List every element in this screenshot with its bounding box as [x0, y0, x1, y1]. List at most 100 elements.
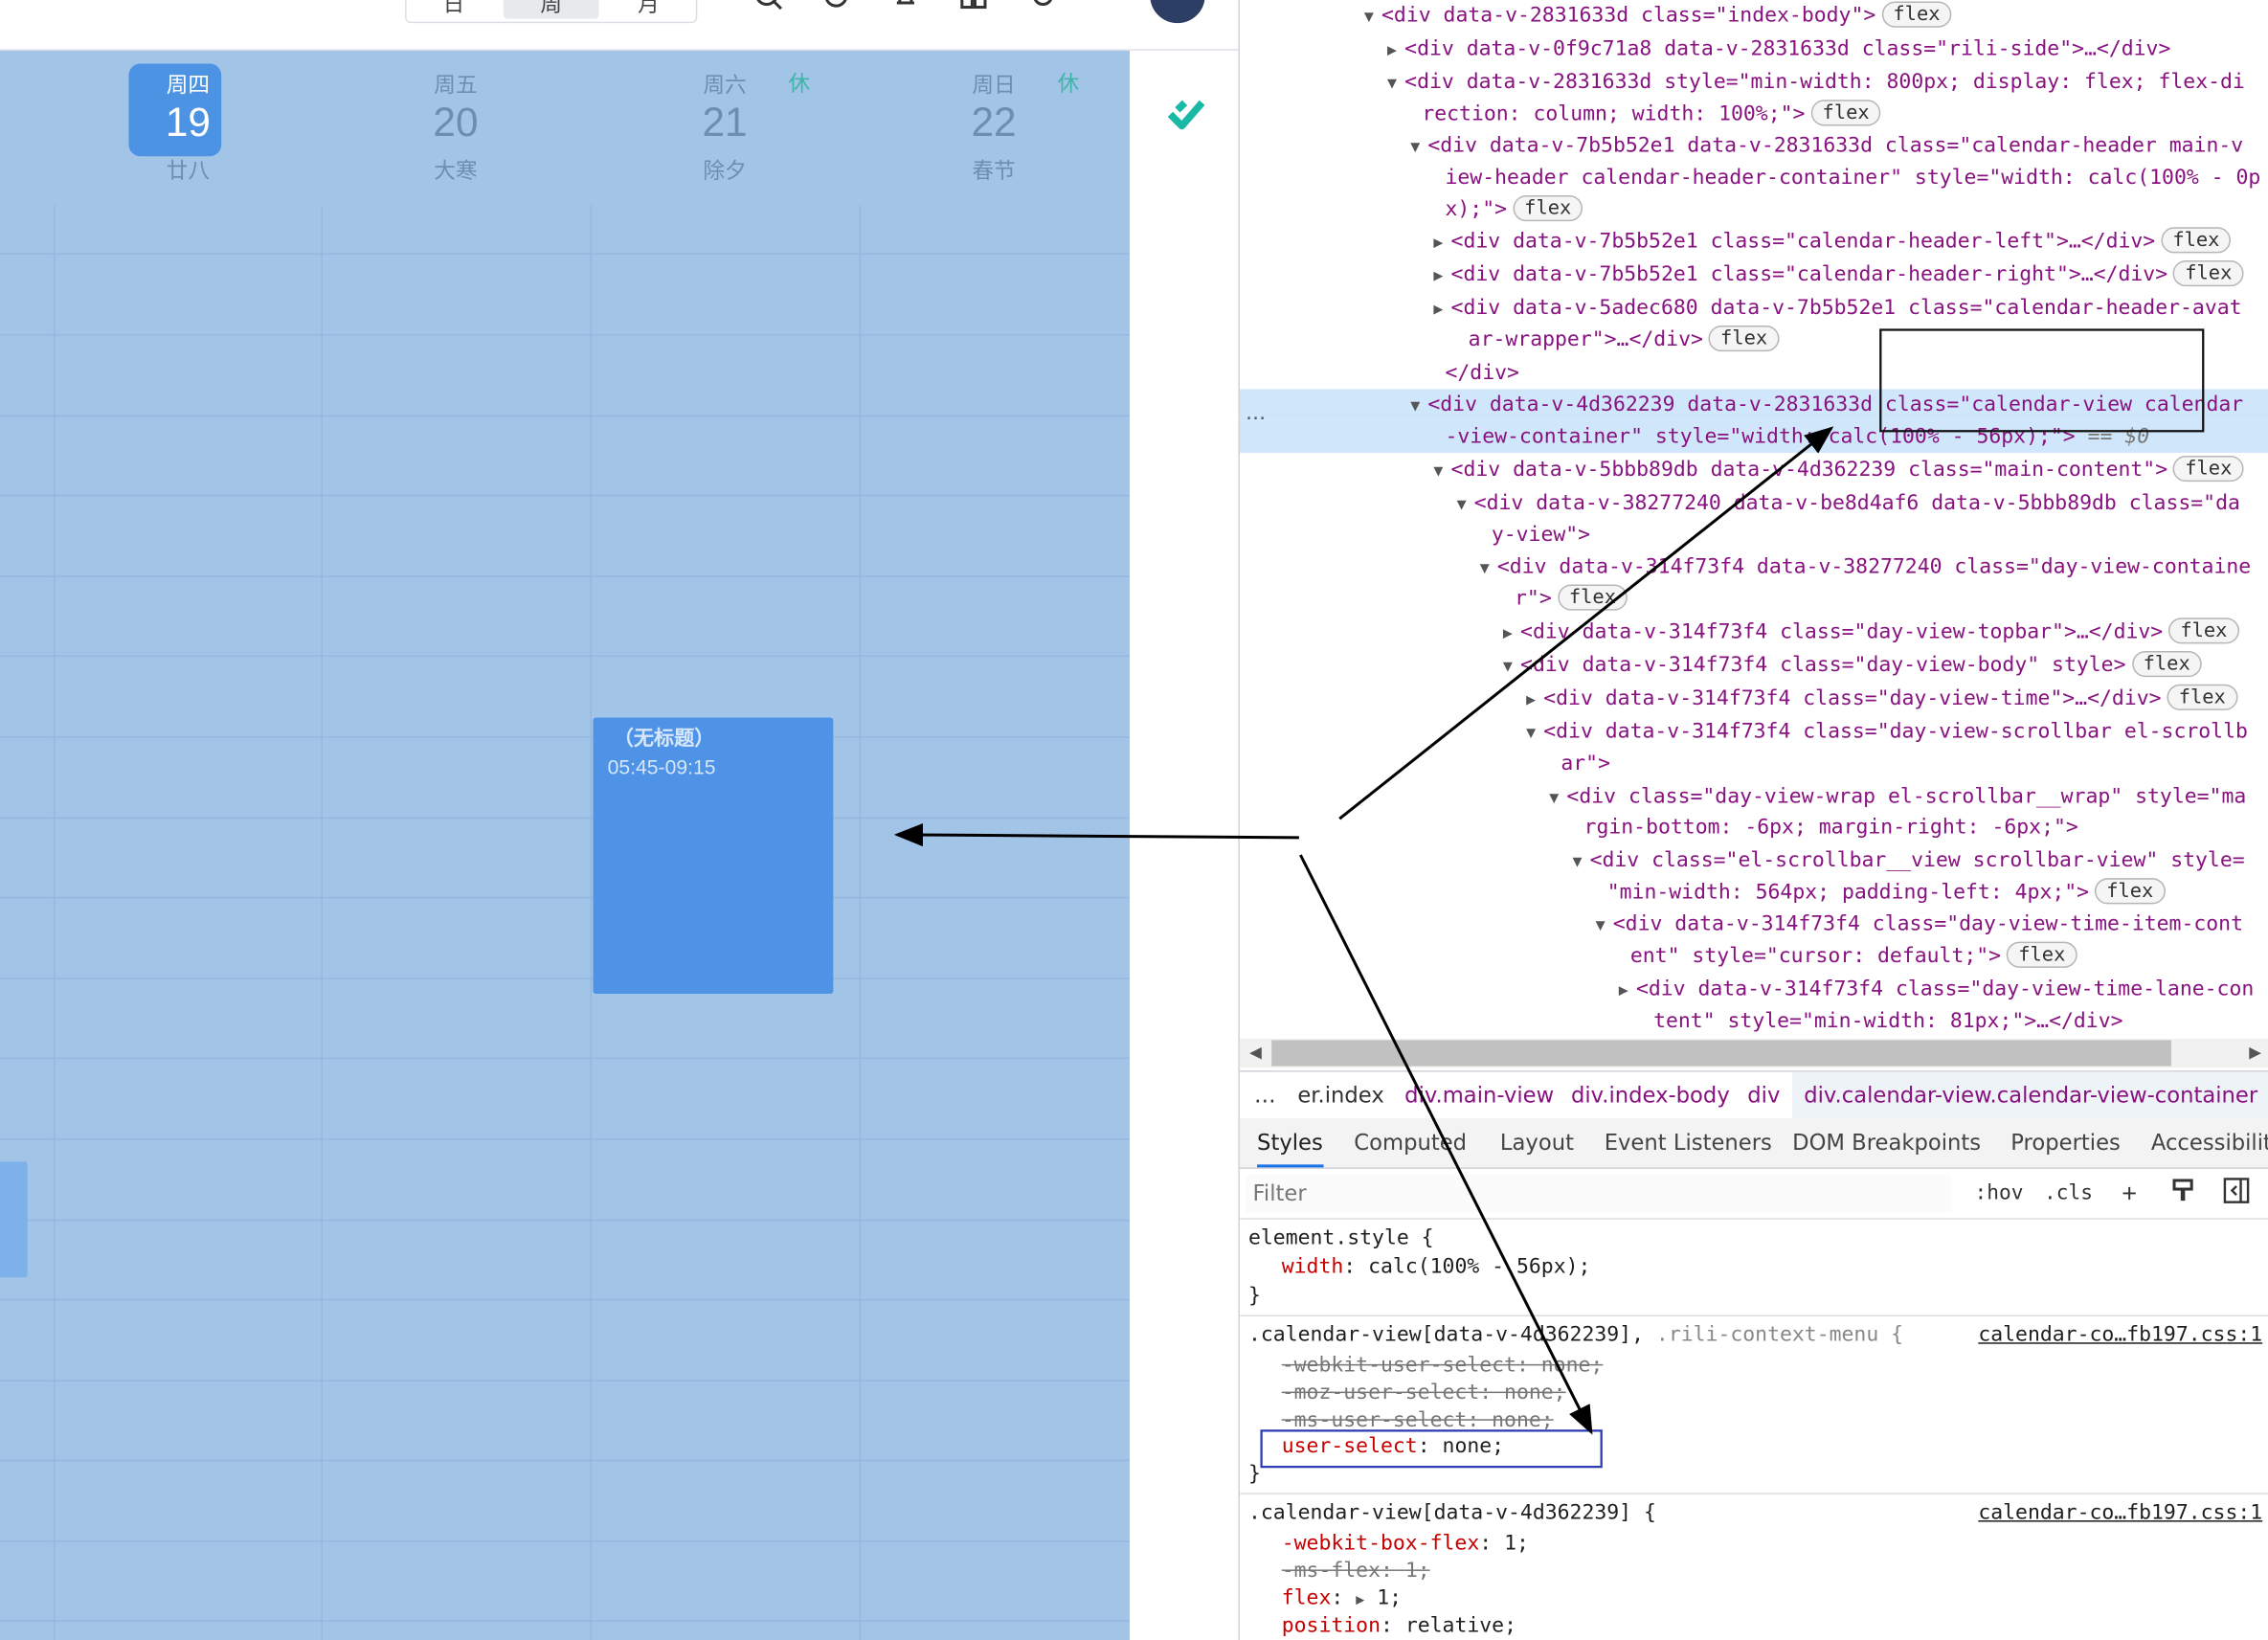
dom-node[interactable]: ▼ <div data-v-314f73f4 class="day-view-sc… — [1240, 716, 2268, 748]
dom-node[interactable]: ar"> — [1240, 748, 2268, 779]
tab-styles[interactable]: Styles — [1257, 1118, 1323, 1168]
flex-badge[interactable]: flex — [2173, 455, 2244, 483]
overridden-declaration[interactable]: -ms-user-select: none; — [1282, 1407, 1554, 1435]
dom-node[interactable]: ▶ <div data-v-5adec680 data-v-7b5b52e1 cl… — [1240, 292, 2268, 324]
dom-node[interactable]: ▼ <div data-v-38277240 data-v-be8d4af6 da… — [1240, 487, 2268, 519]
view-switch[interactable]: 日 周 月 — [405, 0, 698, 24]
avatar[interactable] — [1150, 0, 1205, 24]
breadcrumb-item[interactable]: div.main-view — [1404, 1072, 1554, 1118]
collapse-triangle-icon[interactable]: ▼ — [1549, 782, 1566, 814]
flex-badge[interactable]: flex — [2173, 259, 2244, 287]
refresh-icon[interactable] — [820, 0, 852, 11]
day-header-sunday[interactable]: 休 周日 22 春节 — [860, 63, 1129, 202]
rule-selector[interactable]: .calendar-view[data-v-4d362239] { — [1248, 1500, 1656, 1528]
rule-selector[interactable]: element.style { — [1248, 1225, 1434, 1253]
dom-node[interactable]: ▼ <div data-v-2831633d style="min-width: … — [1240, 67, 2268, 99]
rule-source-link[interactable]: calendar-co…fb197.css:1 — [1978, 1322, 2262, 1350]
flex-badge[interactable]: flex — [2161, 227, 2232, 254]
overridden-declaration[interactable]: -moz-user-select: none; — [1282, 1380, 1566, 1407]
day-header-thursday[interactable]: 周四 19 廿八 — [54, 63, 323, 202]
view-month-button[interactable]: 月 — [601, 0, 696, 22]
style-declaration[interactable]: position: relative; — [1282, 1613, 1516, 1640]
tab-event-listeners[interactable]: Event Listeners — [1605, 1118, 1772, 1167]
hover-state-button[interactable]: :hov — [1975, 1175, 2024, 1212]
collapse-triangle-icon[interactable]: ▼ — [1457, 489, 1474, 521]
dom-node[interactable]: ▶ <div data-v-314f73f4 class="day-view-ti… — [1240, 974, 2268, 1005]
collapse-triangle-icon[interactable]: ▼ — [1572, 846, 1589, 878]
expand-icon[interactable]: ▶ — [1356, 1593, 1364, 1609]
horizontal-scrollbar[interactable]: ◀ ▶ — [1239, 1038, 2268, 1068]
dom-node[interactable]: x);"> flex — [1240, 193, 2268, 225]
dom-node[interactable]: ▶ <div data-v-314f73f4 class="day-view-ti… — [1240, 683, 2268, 714]
dom-node[interactable]: ▶ <div data-v-7b5b52e1 class="calendar-he… — [1240, 226, 2268, 258]
class-toggle-button[interactable]: .cls — [2044, 1175, 2093, 1212]
flex-badge[interactable]: flex — [1557, 584, 1628, 611]
flex-badge[interactable]: flex — [1810, 100, 1881, 126]
dom-node[interactable]: "min-width: 564px; padding-left: 4px;"> f… — [1240, 877, 2268, 909]
flex-badge[interactable]: flex — [1513, 194, 1583, 222]
dom-node[interactable]: rection: column; width: 100%;"> flex — [1240, 99, 2268, 130]
day-header-saturday[interactable]: 休 周六 21 除夕 — [590, 63, 859, 202]
tab-properties[interactable]: Properties — [2010, 1118, 2121, 1167]
flex-badge[interactable]: flex — [1881, 1, 1952, 28]
flex-badge[interactable]: flex — [2131, 650, 2202, 678]
elements-tree[interactable]: ▼ <div data-v-2831633d class="index-body"… — [1239, 0, 2268, 1039]
tab-computed[interactable]: Computed — [1354, 1118, 1467, 1167]
collapse-triangle-icon[interactable]: ▼ — [1387, 68, 1404, 100]
expand-triangle-icon[interactable]: ▶ — [1433, 227, 1450, 258]
rule-source-link[interactable]: calendar-co…fb197.css:1 — [1978, 1500, 2262, 1528]
dom-node[interactable]: rgin-bottom: -6px; margin-right: -6px;"> — [1240, 812, 2268, 843]
tab-dom-breakpoints[interactable]: DOM Breakpoints — [1792, 1118, 1981, 1167]
breadcrumb-current[interactable]: div.calendar-view.calendar-view-containe… — [1792, 1071, 2268, 1119]
dom-node[interactable]: y-view"> — [1240, 519, 2268, 550]
collapse-triangle-icon[interactable]: ▼ — [1526, 717, 1543, 749]
style-declaration[interactable]: flex: ▶ 1; — [1282, 1585, 1402, 1613]
expand-triangle-icon[interactable]: ▶ — [1503, 618, 1520, 649]
flex-badge[interactable]: flex — [2167, 684, 2237, 710]
rule-selector[interactable]: .calendar-view[data-v-4d362239], .rili-c… — [1248, 1322, 1903, 1350]
view-day-button[interactable]: 日 — [407, 0, 502, 22]
tab-accessibility[interactable]: Accessibility — [2151, 1118, 2268, 1167]
expand-triangle-icon[interactable]: ▶ — [1433, 260, 1450, 292]
dom-node[interactable]: </div> — [1240, 357, 2268, 389]
style-declaration[interactable]: width: calc(100% - 56px); — [1282, 1254, 1591, 1282]
dom-node[interactable]: ▼ <div data-v-2831633d class="index-body"… — [1240, 0, 2268, 32]
expand-triangle-icon[interactable]: ▶ — [1387, 34, 1404, 66]
overridden-declaration[interactable]: -webkit-user-select: none; — [1282, 1353, 1604, 1381]
expand-triangle-icon[interactable]: ▶ — [1526, 685, 1543, 716]
dom-node-selected[interactable]: ▼ <div data-v-4d362239 data-v-2831633d cl… — [1239, 389, 2268, 421]
dom-node[interactable]: ▶ <div data-v-0f9c71a8 data-v-2831633d cl… — [1240, 34, 2268, 65]
dom-node[interactable]: ▼ <div data-v-5bbb89db data-v-4d362239 cl… — [1240, 454, 2268, 485]
dom-node[interactable]: ▼ <div data-v-314f73f4 class="day-view-ti… — [1240, 909, 2268, 940]
collapse-triangle-icon[interactable]: ▼ — [1596, 910, 1613, 941]
flex-badge[interactable]: flex — [1708, 325, 1780, 352]
dom-node[interactable]: ▼ <div data-v-314f73f4 class="day-view-bo… — [1240, 649, 2268, 681]
breadcrumb-more[interactable]: … — [1254, 1072, 1276, 1118]
collapse-triangle-icon[interactable]: ▼ — [1410, 132, 1427, 164]
overridden-declaration[interactable]: -ms-flex: 1; — [1282, 1558, 1430, 1585]
dom-node[interactable]: ▼ <div data-v-314f73f4 data-v-38277240 cl… — [1240, 551, 2268, 583]
scroll-left-icon[interactable]: ◀ — [1244, 1039, 1267, 1067]
collapse-triangle-icon[interactable]: ▼ — [1433, 456, 1450, 487]
gear-icon[interactable] — [1027, 0, 1059, 11]
scroll-right-icon[interactable]: ▶ — [2244, 1039, 2267, 1067]
plus-icon[interactable]: + — [2114, 1178, 2145, 1209]
check-icon[interactable] — [1164, 93, 1207, 136]
dom-node[interactable]: ar-wrapper">…</div> flex — [1240, 324, 2268, 355]
row-menu-dots[interactable]: … — [1246, 402, 1266, 425]
dom-node[interactable]: r"> flex — [1240, 583, 2268, 615]
calendar-event-partial[interactable] — [0, 1161, 28, 1278]
collapse-triangle-icon[interactable]: ▼ — [1364, 2, 1381, 34]
bell-icon[interactable] — [889, 0, 921, 11]
sidebar-toggle-icon[interactable] — [2220, 1178, 2252, 1209]
dom-node-selected[interactable]: -view-container" style="width: calc(100%… — [1239, 420, 2268, 453]
collapse-triangle-icon[interactable]: ▼ — [1503, 651, 1520, 683]
flex-badge[interactable]: flex — [2168, 618, 2239, 644]
dom-node[interactable]: ▶ <div data-v-7b5b52e1 class="calendar-he… — [1240, 258, 2268, 290]
scrollbar-thumb[interactable] — [1271, 1040, 2172, 1067]
breadcrumb-item[interactable]: er.index — [1297, 1072, 1383, 1118]
search-icon[interactable] — [752, 0, 784, 11]
expand-triangle-icon[interactable]: ▶ — [1433, 294, 1450, 326]
calendar-event[interactable]: （无标题） 05:45-09:15 — [593, 717, 834, 995]
dom-node[interactable]: ▼ <div data-v-7b5b52e1 data-v-2831633d cl… — [1240, 130, 2268, 162]
